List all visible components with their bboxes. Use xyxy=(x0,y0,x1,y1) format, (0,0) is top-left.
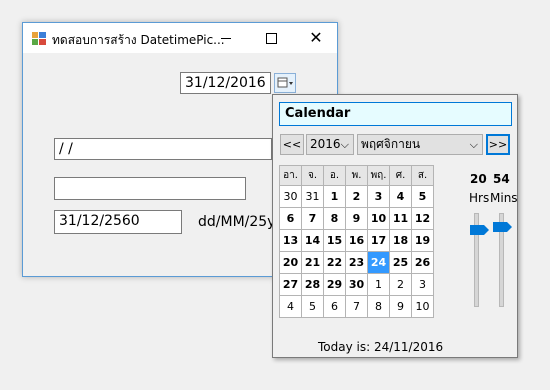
title-bar[interactable]: ทดสอบการสร้าง DatetimePic... ✕ xyxy=(23,23,337,53)
minutes-slider-thumb[interactable] xyxy=(493,222,512,232)
day-cell[interactable]: 31 xyxy=(301,185,324,208)
minimize-button[interactable] xyxy=(203,23,249,53)
masked-date-textbox[interactable]: / / xyxy=(54,138,272,160)
format-label: dd/MM/25yy xyxy=(198,214,272,230)
day-cell[interactable]: 13 xyxy=(279,229,302,252)
day-cell[interactable]: 10 xyxy=(411,295,434,318)
weekday-header-row: อา. จ. อ. พ. พฤ. ศ. ส. xyxy=(279,165,434,186)
day-cell[interactable]: 30 xyxy=(345,273,368,296)
day-cell[interactable]: 4 xyxy=(389,185,412,208)
minutes-label: Mins xyxy=(490,191,518,205)
window-title: ทดสอบการสร้าง DatetimePic... xyxy=(52,33,224,47)
day-cell[interactable]: 29 xyxy=(323,273,346,296)
day-cell[interactable]: 11 xyxy=(389,207,412,230)
maximize-button[interactable] xyxy=(248,23,294,53)
minutes-value: 54 xyxy=(493,172,510,186)
calendar-week-row: 4 5 6 7 8 9 10 xyxy=(279,295,434,318)
day-cell[interactable]: 23 xyxy=(345,251,368,274)
day-cell[interactable]: 7 xyxy=(345,295,368,318)
calendar-icon xyxy=(277,77,293,88)
day-cell[interactable]: 5 xyxy=(411,185,434,208)
day-cell[interactable]: 6 xyxy=(279,207,302,230)
day-cell[interactable]: 9 xyxy=(389,295,412,318)
day-cell[interactable]: 4 xyxy=(279,295,302,318)
next-month-button[interactable]: >> xyxy=(486,134,510,155)
prev-month-button[interactable]: << xyxy=(280,134,304,155)
calendar-grid: อา. จ. อ. พ. พฤ. ศ. ส. 30 31 1 2 3 4 5 6… xyxy=(279,165,434,318)
calendar-popup: Calendar << 2016 ⌵ พฤศจิกายน ⌵ >> อา. จ.… xyxy=(272,94,518,358)
day-cell[interactable]: 28 xyxy=(301,273,324,296)
close-button[interactable]: ✕ xyxy=(293,23,339,53)
month-select[interactable]: พฤศจิกายน ⌵ xyxy=(357,134,483,155)
month-value: พฤศจิกายน xyxy=(361,137,421,151)
weekday-header: พฤ. xyxy=(367,165,390,186)
date-picker-textbox[interactable]: 31/12/2016 xyxy=(180,72,271,94)
calendar-week-row: 20 21 22 23 24 25 26 xyxy=(279,251,434,274)
day-cell[interactable]: 10 xyxy=(367,207,390,230)
close-icon: ✕ xyxy=(309,28,323,47)
day-cell[interactable]: 27 xyxy=(279,273,302,296)
day-cell[interactable]: 25 xyxy=(389,251,412,274)
day-cell[interactable]: 15 xyxy=(323,229,346,252)
hours-slider-thumb[interactable] xyxy=(470,225,489,235)
maximize-icon xyxy=(265,32,277,44)
day-cell[interactable]: 20 xyxy=(279,251,302,274)
calendar-week-row: 27 28 29 30 1 2 3 xyxy=(279,273,434,296)
chevron-down-icon: ⌵ xyxy=(469,138,478,151)
day-cell[interactable]: 14 xyxy=(301,229,324,252)
day-cell[interactable]: 1 xyxy=(367,273,390,296)
day-cell[interactable]: 18 xyxy=(389,229,412,252)
weekday-header: พ. xyxy=(345,165,368,186)
day-cell[interactable]: 3 xyxy=(411,273,434,296)
day-cell[interactable]: 6 xyxy=(323,295,346,318)
calendar-week-row: 6 7 8 9 10 11 12 xyxy=(279,207,434,230)
weekday-header: ศ. xyxy=(389,165,412,186)
today-label: Today is: 24/11/2016 xyxy=(318,340,444,354)
empty-textbox[interactable] xyxy=(54,177,246,200)
calendar-week-row: 13 14 15 16 17 18 19 xyxy=(279,229,434,252)
selected-day-cell[interactable]: 24 xyxy=(367,251,390,274)
day-cell[interactable]: 3 xyxy=(367,185,390,208)
buddhist-date-textbox[interactable]: 31/12/2560 xyxy=(54,210,182,234)
app-icon xyxy=(32,32,46,45)
calendar-header: Calendar xyxy=(279,102,512,126)
year-select[interactable]: 2016 ⌵ xyxy=(306,134,354,155)
hours-label: Hrs xyxy=(469,191,490,205)
day-cell[interactable]: 21 xyxy=(301,251,324,274)
day-cell[interactable]: 26 xyxy=(411,251,434,274)
minimize-icon xyxy=(221,37,231,39)
weekday-header: จ. xyxy=(301,165,324,186)
day-cell[interactable]: 17 xyxy=(367,229,390,252)
day-cell[interactable]: 8 xyxy=(323,207,346,230)
weekday-header: ส. xyxy=(411,165,434,186)
year-value: 2016 xyxy=(310,137,341,151)
day-cell[interactable]: 8 xyxy=(367,295,390,318)
day-cell[interactable]: 19 xyxy=(411,229,434,252)
calendar-dropdown-button[interactable] xyxy=(274,73,296,93)
day-cell[interactable]: 30 xyxy=(279,185,302,208)
day-cell[interactable]: 5 xyxy=(301,295,324,318)
day-cell[interactable]: 2 xyxy=(345,185,368,208)
day-cell[interactable]: 16 xyxy=(345,229,368,252)
chevron-down-icon: ⌵ xyxy=(340,138,349,151)
calendar-week-row: 30 31 1 2 3 4 5 xyxy=(279,185,434,208)
weekday-header: อ. xyxy=(323,165,346,186)
day-cell[interactable]: 7 xyxy=(301,207,324,230)
day-cell[interactable]: 2 xyxy=(389,273,412,296)
day-cell[interactable]: 9 xyxy=(345,207,368,230)
weekday-header: อา. xyxy=(279,165,302,186)
day-cell[interactable]: 1 xyxy=(323,185,346,208)
day-cell[interactable]: 12 xyxy=(411,207,434,230)
day-cell[interactable]: 22 xyxy=(323,251,346,274)
hours-value: 20 xyxy=(470,172,487,186)
